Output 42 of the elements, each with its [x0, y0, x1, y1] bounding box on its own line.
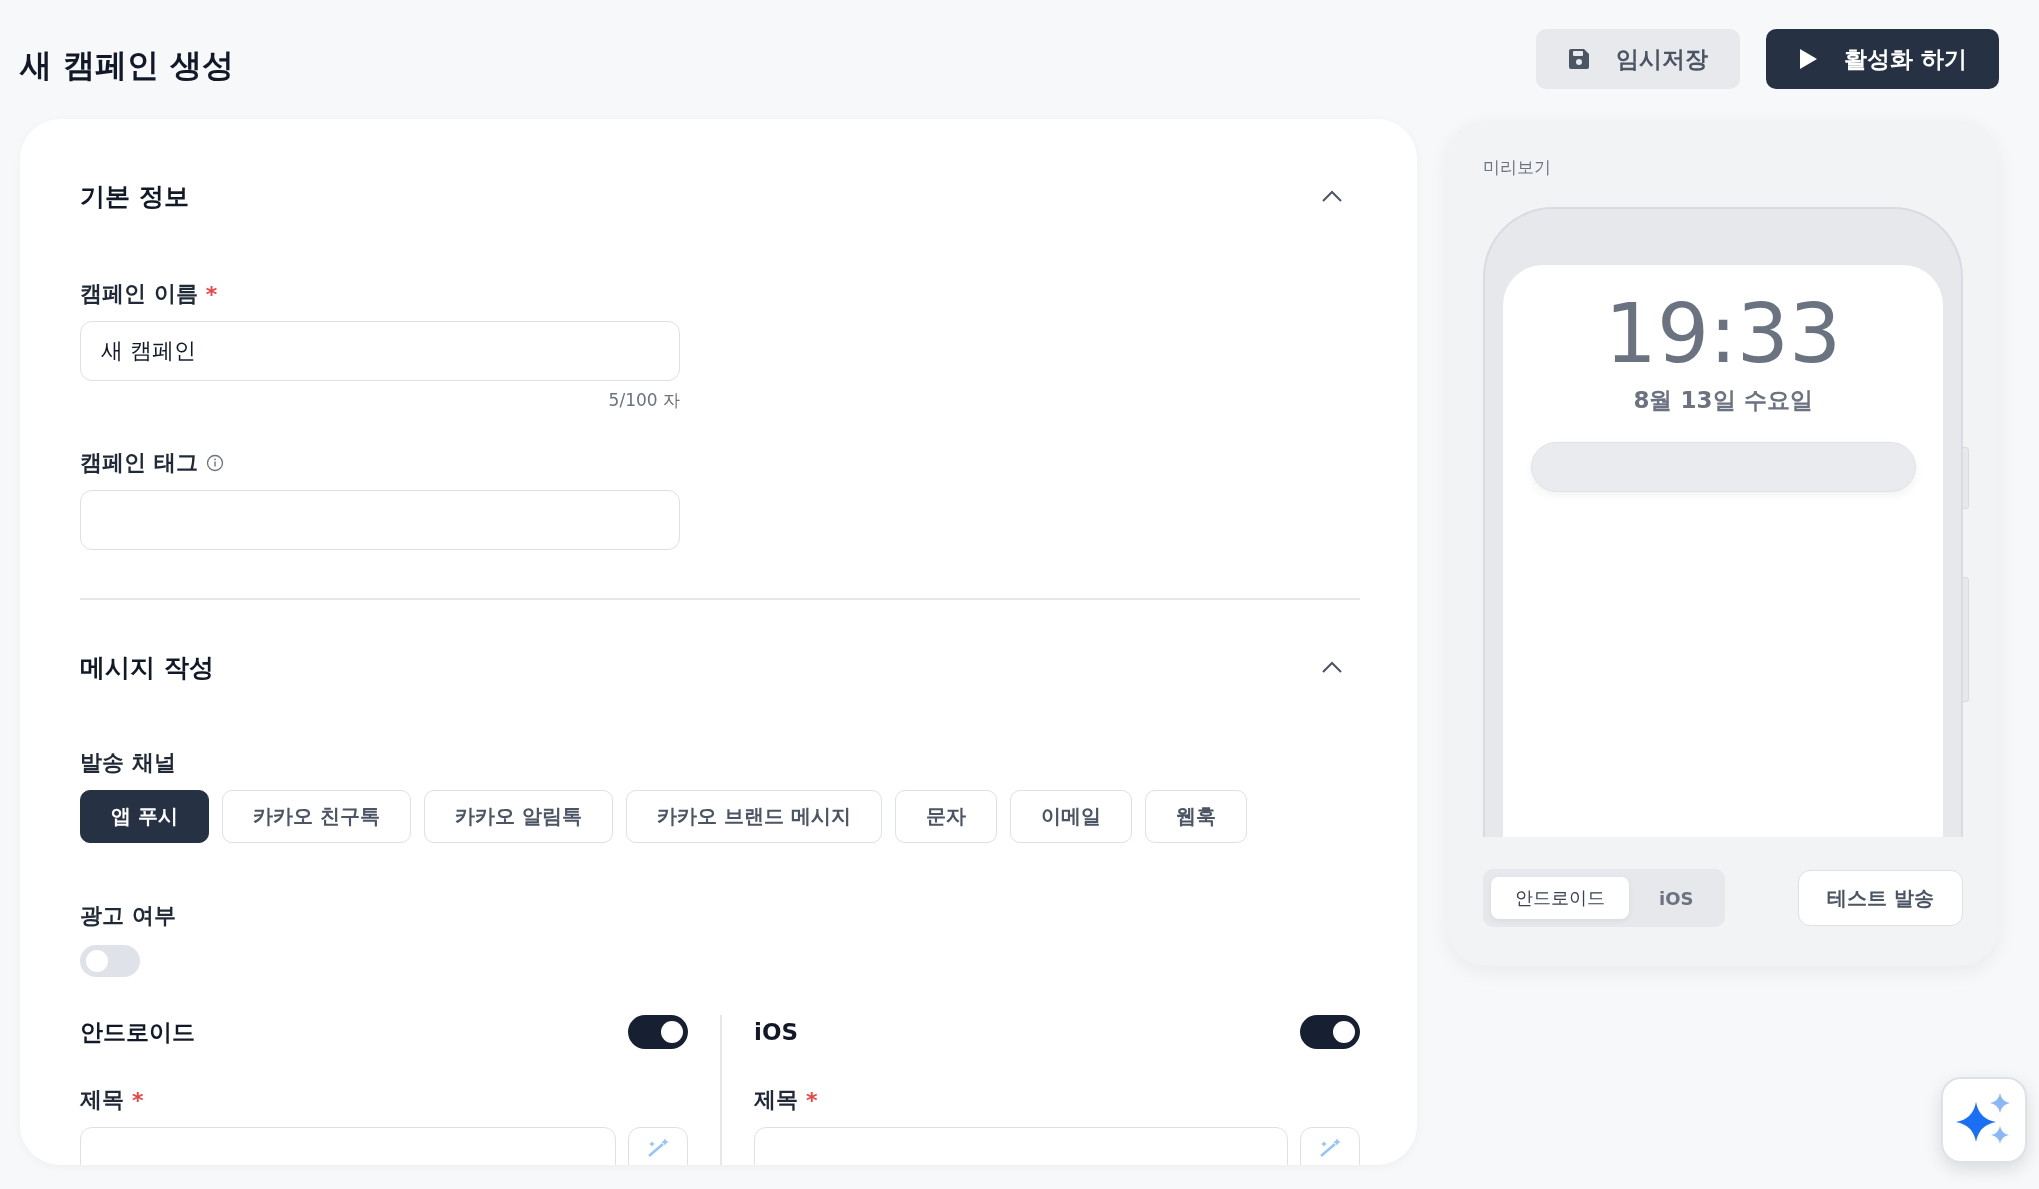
page-title: 새 캠페인 생성: [20, 45, 235, 86]
platform-name: iOS: [754, 1019, 798, 1045]
field-label: 제목: [754, 1086, 798, 1114]
channel-chip[interactable]: 카카오 알림톡: [423, 790, 613, 843]
section-title: 기본 정보: [80, 180, 189, 213]
required-mark: *: [806, 1087, 818, 1113]
activate-button[interactable]: 활성화 하기: [1766, 29, 1999, 89]
chevron-icon[interactable]: [1321, 660, 1343, 674]
field-label: 캠페인 이름: [80, 280, 198, 308]
lock-screen-date: 8월 13일 수요일: [1633, 386, 1813, 415]
channel-chip[interactable]: 카카오 브랜드 메시지: [625, 790, 882, 843]
save-icon: [1568, 48, 1590, 70]
field-label: 제목: [80, 1086, 124, 1114]
sparkle-icon: [646, 1138, 670, 1158]
field-label: 캠페인 태그: [80, 449, 198, 477]
channel-chip[interactable]: 문자: [894, 790, 997, 843]
required-mark: *: [205, 281, 218, 307]
chevron-icon[interactable]: [1321, 189, 1343, 203]
preview-label: 미리보기: [1483, 156, 1552, 179]
info-icon[interactable]: [205, 454, 224, 472]
platform-name: 안드로이드: [80, 1017, 195, 1047]
channel-chip[interactable]: 이메일: [1009, 790, 1132, 843]
test-send-button[interactable]: 테스트 발송: [1798, 870, 1963, 926]
required-mark: *: [132, 1087, 144, 1113]
ad-toggle[interactable]: [80, 945, 140, 977]
lock-screen-time: 19:33: [1604, 293, 1842, 375]
channel-chip[interactable]: 앱 푸시: [80, 790, 209, 843]
section-title: 메시지 작성: [80, 651, 214, 684]
platform-tab[interactable]: iOS: [1635, 877, 1718, 919]
play-icon: [1798, 48, 1818, 70]
channel-chip[interactable]: 웹훅: [1144, 790, 1247, 843]
platform-tab[interactable]: 안드로이드: [1491, 877, 1629, 919]
character-counter: 5/100 자: [607, 389, 680, 412]
ai-assistant-button[interactable]: [1941, 1077, 2027, 1163]
channel-chip[interactable]: 카카오 친구톡: [221, 790, 411, 843]
text-field[interactable]: [80, 490, 680, 550]
platform-toggle[interactable]: [1300, 1015, 1360, 1049]
text-field[interactable]: 새 캠페인: [80, 321, 680, 381]
save-draft-button[interactable]: 임시저장: [1536, 29, 1740, 89]
field-label: 광고 여부: [80, 902, 176, 930]
platform-toggle[interactable]: [628, 1015, 688, 1049]
field-label: 발송 채널: [80, 749, 176, 777]
